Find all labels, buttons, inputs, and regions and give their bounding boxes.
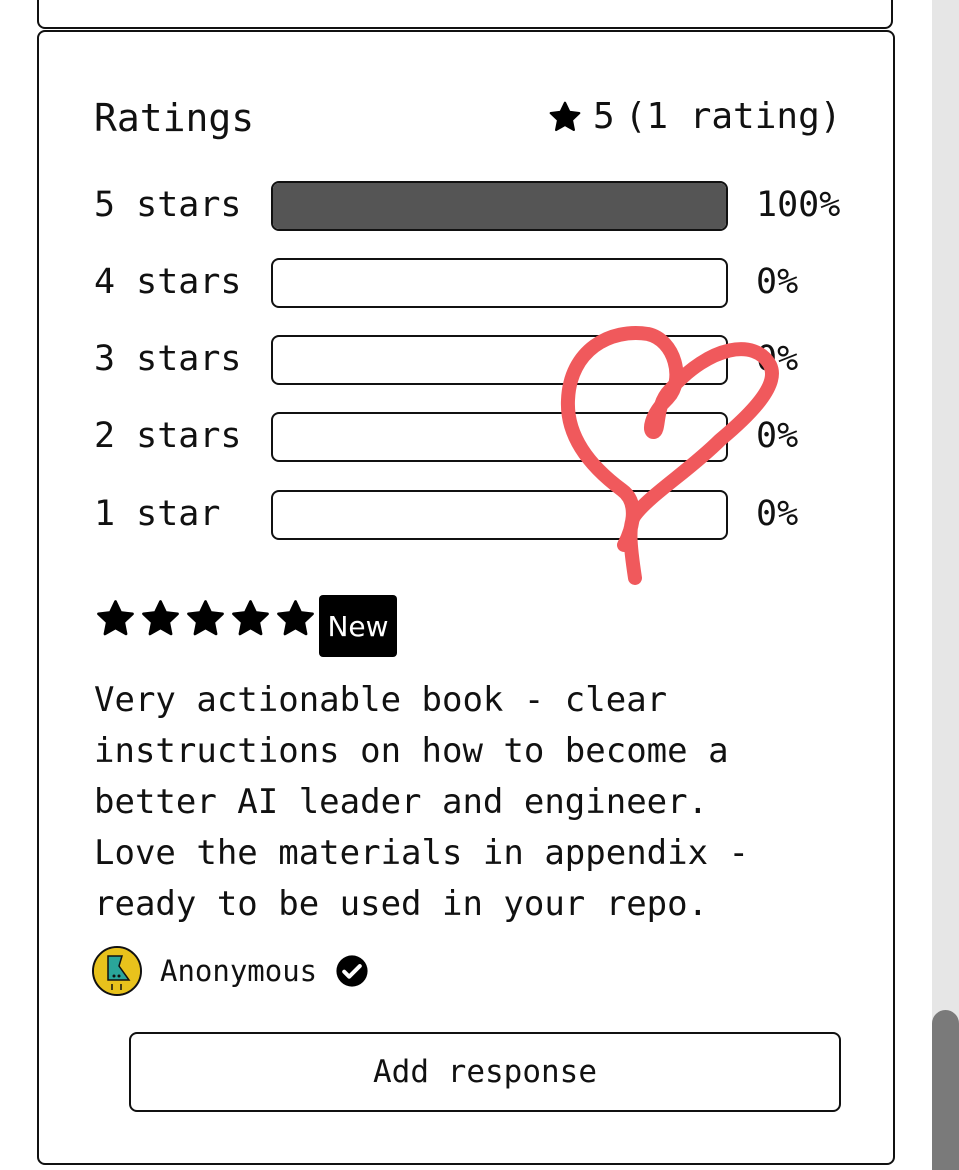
rating-bar <box>271 335 728 385</box>
rating-bar <box>271 181 728 231</box>
add-response-button[interactable]: Add response <box>129 1032 841 1112</box>
rating-row-percent: 100% <box>756 185 841 225</box>
star-icon <box>187 600 224 636</box>
review-text: Very actionable book - clear instruction… <box>94 675 814 930</box>
review-line: ready to be used in your repo. <box>94 884 709 924</box>
check-circle-icon <box>336 955 368 987</box>
ratings-card: Ratings 5 (1 rating) 5 stars 100% 4 star… <box>37 30 895 1165</box>
avatar-image <box>94 948 140 994</box>
star-icon <box>142 600 179 636</box>
rating-row-4: 4 stars 0% <box>94 258 854 308</box>
rating-row-5: 5 stars 100% <box>94 181 854 231</box>
avatar[interactable] <box>92 946 142 996</box>
scrollbar-track[interactable] <box>932 0 959 1170</box>
rating-count: (1 rating) <box>624 96 842 137</box>
ratings-summary: 5 (1 rating) <box>547 96 841 137</box>
average-rating: 5 <box>593 96 615 137</box>
rating-bar <box>271 490 728 540</box>
star-icon <box>232 600 269 636</box>
rating-bar <box>271 258 728 308</box>
review-line: Love the materials in appendix - <box>94 833 750 873</box>
review-line: better AI leader and engineer. <box>94 782 709 822</box>
review-author: Anonymous <box>92 946 369 996</box>
new-badge: New <box>319 595 397 657</box>
star-icon <box>549 101 581 131</box>
rating-row-percent: 0% <box>756 416 799 456</box>
star-icon <box>97 600 134 636</box>
rating-row-percent: 0% <box>756 494 799 534</box>
rating-row-percent: 0% <box>756 339 799 379</box>
scrollbar-thumb[interactable] <box>932 1010 959 1170</box>
review-line: instructions on how to become a <box>94 731 729 771</box>
rating-row-percent: 0% <box>756 262 799 302</box>
rating-row-label: 1 star <box>94 494 221 534</box>
rating-row-label: 5 stars <box>94 185 242 225</box>
review-line: Very actionable book - clear <box>94 680 668 720</box>
rating-bar-fill <box>273 183 726 229</box>
rating-row-label: 4 stars <box>94 262 242 302</box>
ratings-title: Ratings <box>94 96 255 140</box>
previous-card <box>37 0 893 29</box>
rating-row-3: 3 stars 0% <box>94 335 854 385</box>
rating-bar <box>271 412 728 462</box>
star-icon <box>277 600 314 636</box>
author-name[interactable]: Anonymous <box>160 954 317 988</box>
review-star-rating <box>94 597 317 640</box>
rating-row-2: 2 stars 0% <box>94 412 854 462</box>
rating-row-label: 3 stars <box>94 339 242 379</box>
rating-row-label: 2 stars <box>94 416 242 456</box>
rating-row-1: 1 star 0% <box>94 490 854 540</box>
